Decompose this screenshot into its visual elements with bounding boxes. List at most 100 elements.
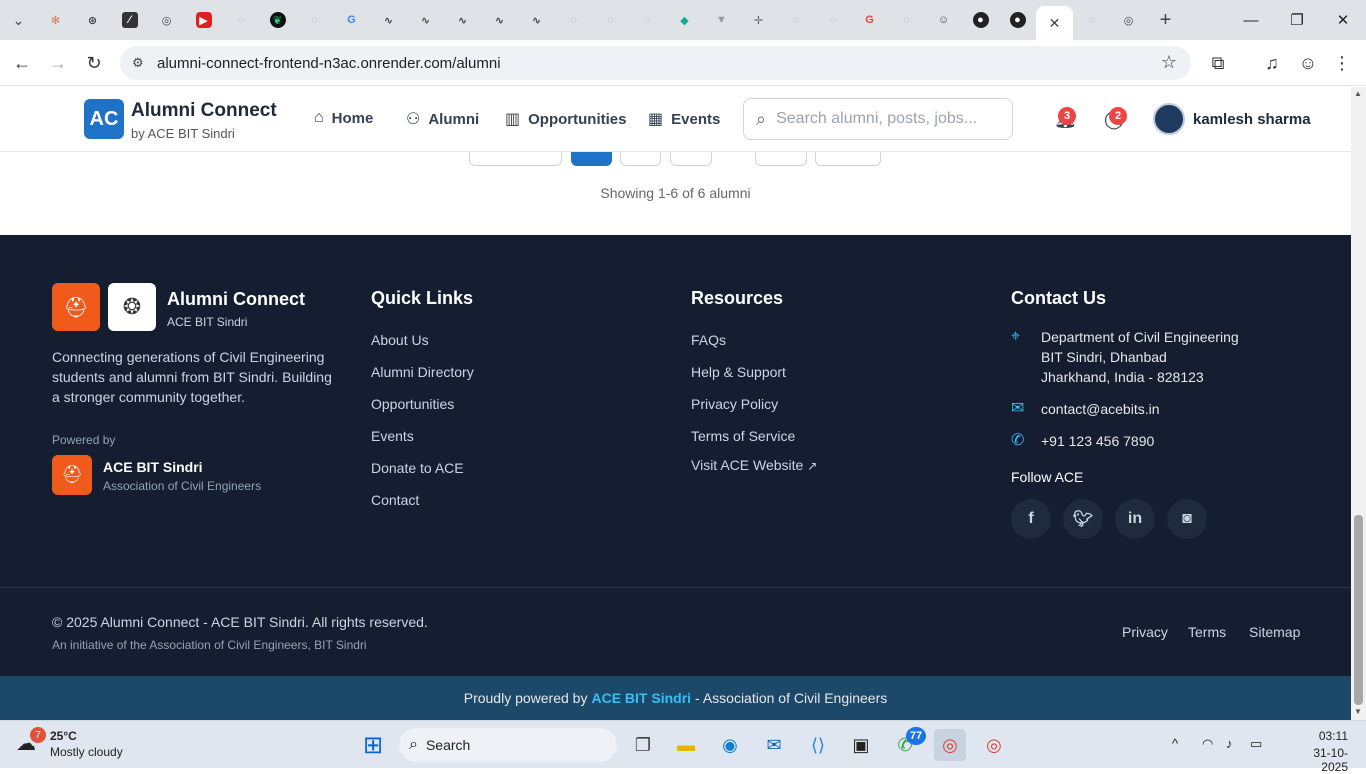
link-events[interactable]: Events: [371, 428, 414, 444]
file-explorer-icon[interactable]: ▬: [670, 729, 702, 761]
email-text[interactable]: contact@acebits.in: [1041, 399, 1160, 419]
link-help-support[interactable]: Help & Support: [691, 364, 786, 380]
bottom-link-terms[interactable]: Terms: [1188, 624, 1226, 640]
wave-tab-icon[interactable]: ∿: [518, 0, 555, 40]
browser-menu-icon[interactable]: ⋮: [1328, 49, 1356, 77]
leaf-tab-icon[interactable]: ❦: [259, 0, 296, 40]
search-input[interactable]: [776, 110, 987, 128]
nav-events[interactable]: ▦ Events: [648, 109, 720, 129]
contact-phone[interactable]: ✆ +91 123 456 7890: [1011, 431, 1154, 451]
blank-tab-icon[interactable]: ◌: [222, 0, 259, 40]
github-tab-icon[interactable]: ●: [962, 0, 999, 40]
phone-text[interactable]: +91 123 456 7890: [1041, 431, 1154, 451]
blank-tab-icon[interactable]: ◌: [555, 0, 592, 40]
youtube-tab-icon[interactable]: ▶: [185, 0, 222, 40]
media-control-icon[interactable]: ♫: [1258, 49, 1286, 77]
blank-tab-icon[interactable]: ◌: [592, 0, 629, 40]
facebook-icon[interactable]: f: [1011, 499, 1051, 539]
brand-title[interactable]: Alumni Connect: [131, 100, 277, 122]
tray-overflow-icon[interactable]: ^: [1172, 736, 1178, 751]
close-window-icon[interactable]: ✕: [1320, 0, 1366, 40]
user-name[interactable]: kamlesh sharma: [1193, 111, 1311, 128]
link-contact[interactable]: Contact: [371, 492, 419, 508]
nav-home[interactable]: ⌂ Home: [314, 109, 373, 127]
chrome-tab-icon[interactable]: ◎: [148, 0, 185, 40]
back-icon[interactable]: ←: [8, 49, 36, 77]
new-tab-icon[interactable]: +: [1147, 0, 1184, 40]
instagram-icon[interactable]: ◙: [1167, 499, 1207, 539]
bookmark-star-icon[interactable]: ☆: [1161, 52, 1177, 73]
edge-icon[interactable]: ◉: [714, 729, 746, 761]
blank-tab-icon[interactable]: ◌: [814, 0, 851, 40]
wave-tab-icon[interactable]: ∿: [407, 0, 444, 40]
powered-bar-link[interactable]: ACE BIT Sindri: [591, 690, 691, 706]
nav-opportunities[interactable]: ▥ Opportunities: [505, 109, 626, 129]
nav-alumni[interactable]: ⚇ Alumni: [406, 109, 479, 129]
weather-condition[interactable]: Mostly cloudy: [50, 745, 123, 759]
user-avatar[interactable]: [1153, 103, 1185, 135]
google-tab-icon[interactable]: G: [851, 0, 888, 40]
blank-tab-icon[interactable]: ◌: [777, 0, 814, 40]
cross-tab-icon[interactable]: ✛: [740, 0, 777, 40]
tab-list-icon[interactable]: ⌄: [0, 0, 37, 40]
link-privacy-policy[interactable]: Privacy Policy: [691, 396, 778, 412]
page-scrollbar[interactable]: ▲ ▼: [1351, 87, 1366, 720]
omnibox[interactable]: ⚙ alumni-connect-frontend-n3ac.onrender.…: [120, 46, 1191, 80]
person-tab-icon[interactable]: ☺: [925, 0, 962, 40]
taskbar-search[interactable]: ⌕ Search: [399, 728, 617, 762]
reload-icon[interactable]: ↻: [80, 49, 108, 77]
chrome-icon[interactable]: ◎: [934, 729, 966, 761]
scroll-down-icon[interactable]: ▼: [1354, 707, 1362, 716]
link-faqs[interactable]: FAQs: [691, 332, 726, 348]
link-donate[interactable]: Donate to ACE: [371, 460, 464, 476]
vscode-icon[interactable]: ⟨⟩: [802, 729, 834, 761]
forward-icon[interactable]: →: [44, 49, 72, 77]
site-settings-icon[interactable]: ⚙: [132, 55, 144, 71]
blank-tab-icon[interactable]: ◌: [296, 0, 333, 40]
linkedin-icon[interactable]: in: [1115, 499, 1155, 539]
link-opportunities[interactable]: Opportunities: [371, 396, 454, 412]
extensions-icon[interactable]: ⧉: [1204, 49, 1232, 77]
contact-email[interactable]: ✉ contact@acebits.in: [1011, 399, 1160, 419]
link-visit-ace-website[interactable]: Visit ACE Website ↗: [691, 457, 817, 473]
bottom-link-privacy[interactable]: Privacy: [1122, 624, 1168, 640]
google-tab-icon[interactable]: G: [333, 0, 370, 40]
wifi-icon[interactable]: ◠: [1202, 736, 1213, 752]
blank-tab-icon[interactable]: ◌: [629, 0, 666, 40]
profile-avatar-icon[interactable]: ☺: [1294, 49, 1322, 77]
outlook-icon[interactable]: ✉: [758, 729, 790, 761]
diamond-tab-icon[interactable]: ◆: [666, 0, 703, 40]
site-search[interactable]: ⌕: [743, 98, 1013, 140]
maximize-icon[interactable]: ❐: [1274, 0, 1320, 40]
system-clock[interactable]: 03:11 31-10-2025: [1298, 729, 1348, 774]
bottom-link-sitemap[interactable]: Sitemap: [1249, 624, 1300, 640]
task-view-icon[interactable]: ❐: [627, 729, 659, 761]
wave-tab-icon[interactable]: ∿: [370, 0, 407, 40]
windows-start-icon[interactable]: ⊞: [357, 729, 389, 761]
blank-tab-icon[interactable]: ◌: [888, 0, 925, 40]
link-terms-of-service[interactable]: Terms of Service: [691, 428, 795, 444]
wave-tab-icon[interactable]: ∿: [481, 0, 518, 40]
minimize-icon[interactable]: —: [1228, 0, 1274, 40]
scrollbar-thumb[interactable]: [1354, 515, 1363, 705]
blank-tab-icon[interactable]: ◌: [1073, 0, 1110, 40]
scroll-up-icon[interactable]: ▲: [1354, 89, 1362, 98]
site-logo[interactable]: AC: [84, 99, 124, 139]
wave-tab-icon[interactable]: ∿: [444, 0, 481, 40]
chrome-profile-icon[interactable]: ◎: [978, 729, 1010, 761]
link-alumni-directory[interactable]: Alumni Directory: [371, 364, 474, 380]
active-tab-close-icon[interactable]: ✕: [1036, 6, 1073, 40]
temperature[interactable]: 25°C: [50, 729, 77, 743]
chrome-tab-icon[interactable]: ◎: [1110, 0, 1147, 40]
chatgpt-tab-icon[interactable]: ⊛: [74, 0, 111, 40]
tool-tab-icon[interactable]: ⁄: [111, 0, 148, 40]
feather-tab-icon[interactable]: ▼: [703, 0, 740, 40]
link-about-us[interactable]: About Us: [371, 332, 429, 348]
app-cube-icon[interactable]: ▣: [845, 729, 877, 761]
claude-tab-icon[interactable]: ✻: [37, 0, 74, 40]
battery-icon[interactable]: ▭: [1250, 736, 1262, 752]
github-tab-icon[interactable]: ●: [999, 0, 1036, 40]
twitter-icon[interactable]: 🐦︎: [1063, 499, 1103, 539]
url-text[interactable]: alumni-connect-frontend-n3ac.onrender.co…: [157, 55, 501, 72]
volume-icon[interactable]: ♪: [1226, 736, 1233, 751]
